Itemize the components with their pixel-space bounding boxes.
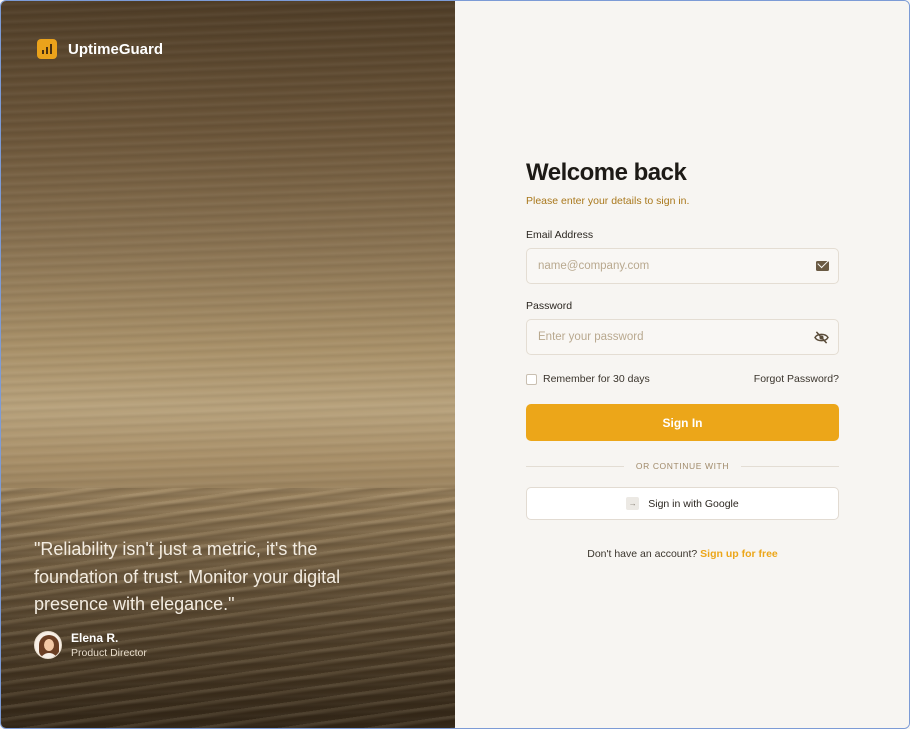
login-window: UptimeGuard "Reliability isn't just a me… — [0, 0, 910, 729]
divider-label: OR CONTINUE WITH — [635, 461, 730, 471]
author-role: Product Director — [71, 646, 147, 659]
testimonial-quote: "Reliability isn't just a metric, it's t… — [34, 539, 341, 614]
google-sign-in-button[interactable]: → Sign in with Google — [526, 487, 839, 520]
brand: UptimeGuard — [37, 39, 163, 59]
remember-me[interactable]: Remember for 30 days — [526, 373, 650, 385]
page-title: Welcome back — [526, 159, 687, 186]
bar-chart-icon — [37, 39, 57, 59]
signin-panel: Welcome back Please enter your details t… — [455, 1, 909, 728]
password-field[interactable] — [538, 331, 788, 343]
email-label: Email Address — [526, 229, 594, 241]
signup-prompt-text: Don't have an account? — [587, 548, 701, 560]
forgot-password-link[interactable]: Forgot Password? — [754, 373, 839, 385]
email-field[interactable] — [538, 260, 788, 272]
eye-off-icon[interactable] — [814, 330, 829, 344]
password-label: Password — [526, 300, 573, 312]
brand-name: UptimeGuard — [68, 40, 164, 58]
google-icon: → — [626, 497, 640, 510]
google-sign-in-label: Sign in with Google — [648, 497, 739, 510]
remember-checkbox[interactable] — [526, 373, 537, 385]
avatar — [34, 630, 62, 659]
mail-icon — [816, 261, 829, 271]
page-subtitle: Please enter your details to sign in. — [526, 195, 690, 207]
signin-form: Welcome back Please enter your details t… — [526, 159, 839, 560]
signup-prompt: Don't have an account? Sign up for free — [526, 548, 839, 560]
remember-label: Remember for 30 days — [543, 373, 650, 385]
testimonial-author: Elena R. Product Director — [34, 630, 354, 659]
email-field-container — [526, 248, 839, 284]
password-field-container — [526, 319, 839, 355]
sign-in-button[interactable]: Sign In — [526, 404, 839, 441]
hero-panel: UptimeGuard "Reliability isn't just a me… — [1, 1, 455, 728]
options-row: Remember for 30 days Forgot Password? — [526, 373, 839, 385]
author-name: Elena R. — [71, 630, 119, 645]
divider: OR CONTINUE WITH — [526, 461, 839, 471]
signup-link[interactable]: Sign up for free — [700, 548, 778, 560]
testimonial: "Reliability isn't just a metric, it's t… — [34, 536, 354, 659]
